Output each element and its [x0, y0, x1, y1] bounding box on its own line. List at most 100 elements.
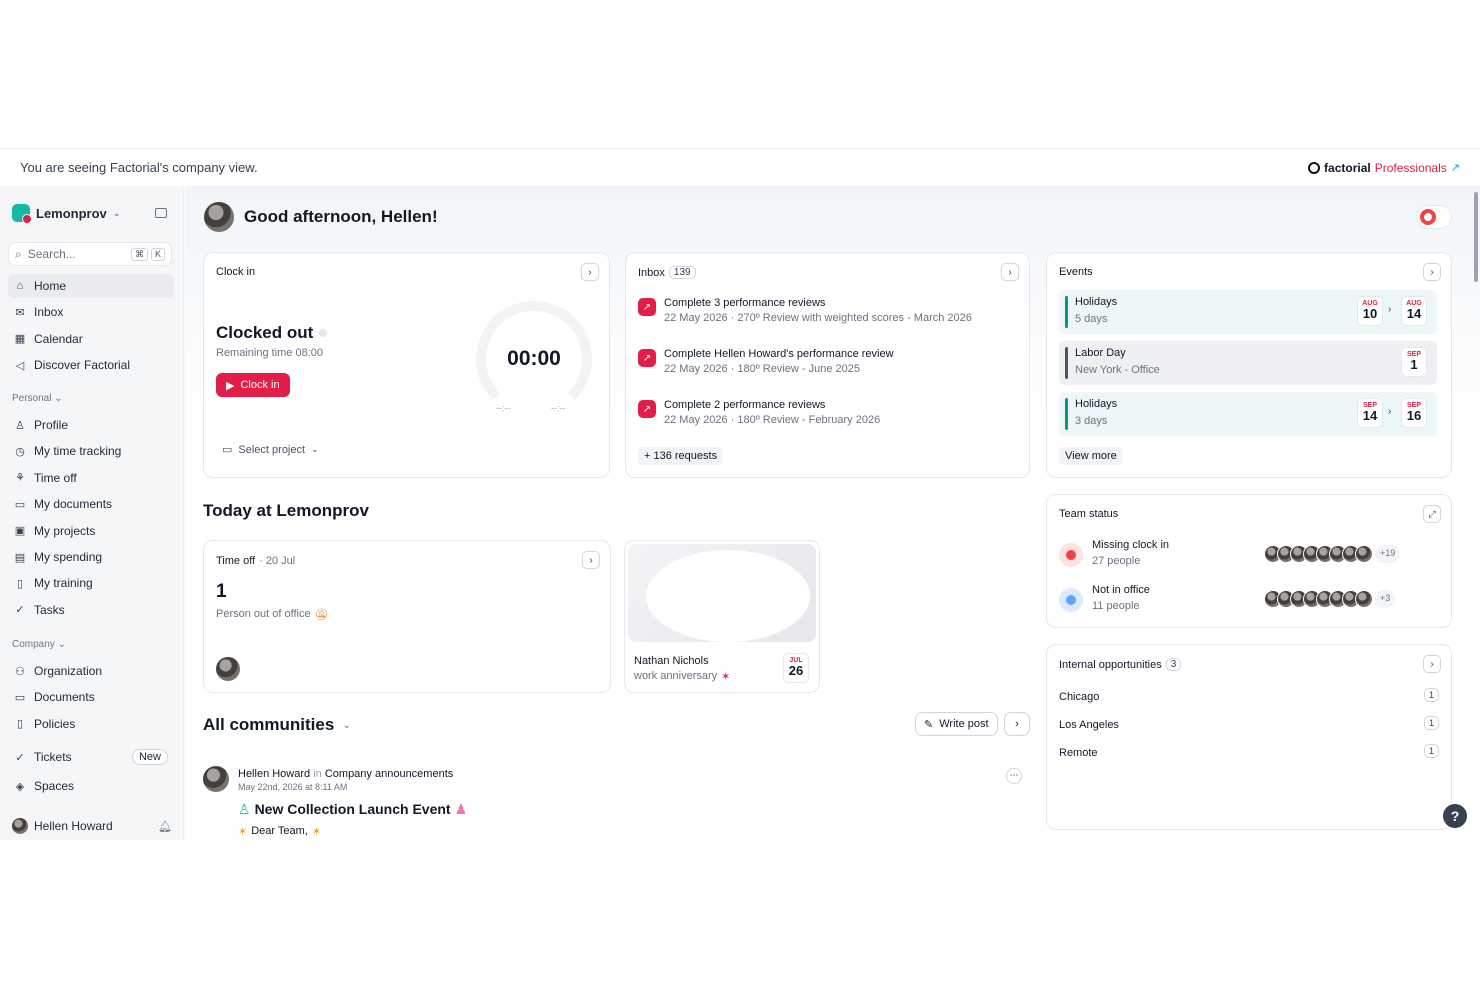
sidebar-item-my-projects[interactable]: ▣ My projects [8, 519, 174, 543]
sidebar-item-my-documents[interactable]: ▭ My documents [8, 492, 174, 516]
sparkle-icon: ✶ [311, 826, 322, 838]
team-status-row[interactable]: Not in office 11 people +3 [1059, 584, 1439, 618]
main-content: Good afternoon, Hellen! Clock in › Clock… [186, 186, 1480, 840]
sidebar-item-my-training[interactable]: ▯ My training [8, 571, 174, 595]
inbox-item[interactable]: ↗ Complete Hellen Howard's performance re… [638, 348, 1018, 375]
chevron-right-icon[interactable]: › [1423, 263, 1441, 281]
sidebar-collapse-icon[interactable] [155, 208, 167, 218]
sidebar-item-tickets[interactable]: ✓ Tickets New [8, 745, 174, 769]
write-post-button[interactable]: ✎ Write post [915, 712, 998, 736]
opportunity-item[interactable]: Chicago 1 [1059, 688, 1439, 703]
sidebar-item-calendar[interactable]: ▦ Calendar [8, 327, 174, 351]
personal-section-label[interactable]: Personal ⌄ [12, 393, 63, 404]
opportunity-name: Los Angeles [1059, 719, 1119, 731]
sidebar-item-time-off[interactable]: ⚘ Time off [8, 466, 174, 490]
sidebar-item-spaces[interactable]: ◈ Spaces [8, 774, 174, 798]
brand-name: factorial [1324, 160, 1371, 175]
avatar[interactable] [204, 202, 234, 232]
select-project-label: Select project [238, 443, 306, 456]
lifebuoy-toggle[interactable] [1416, 205, 1452, 229]
sidebar-item-tasks[interactable]: ✓ Tasks [8, 598, 174, 622]
workspace-switcher[interactable]: Lemonprov ⌄ [12, 204, 120, 224]
opportunity-item[interactable]: Los Angeles 1 [1059, 716, 1439, 731]
sidebar-item-label: My spending [34, 550, 103, 564]
chevron-right-icon[interactable]: › [1004, 712, 1030, 736]
clock-in-card: Clock in › Clocked out Remaining time 08… [203, 252, 610, 478]
sidebar-item-my-spending[interactable]: ▤ My spending [8, 545, 174, 569]
user-menu[interactable]: Hellen Howard 🔔︎ [12, 818, 172, 834]
search-input[interactable]: ⌕ Search... ⌘ K [8, 242, 172, 266]
expand-icon[interactable]: ⤢ [1423, 505, 1441, 523]
inbox-item[interactable]: ↗ Complete 2 performance reviews 22 May 20… [638, 399, 1018, 426]
chevron-right-icon[interactable]: › [1001, 263, 1019, 281]
event-item[interactable]: Holidays 3 days SEP 14 › SEP 16 [1059, 392, 1437, 436]
communities-header[interactable]: All communities ⌄ [203, 715, 351, 735]
avatar[interactable] [203, 766, 229, 792]
palm-icon: ⚘ [15, 472, 25, 485]
sidebar-item-label: Tickets [34, 750, 72, 765]
post-title-text: New Collection Launch Event [254, 801, 451, 817]
date-day: 26 [788, 663, 804, 678]
sidebar-item-label: My time tracking [34, 444, 122, 459]
sidebar-item-policies[interactable]: ▯ Policies [8, 712, 174, 736]
opportunity-count: 1 [1423, 744, 1439, 758]
anniversary-card[interactable]: Nathan Nichols work anniversary ✶ JUL 26 [624, 540, 820, 693]
more-requests-button[interactable]: + 136 requests [638, 447, 724, 465]
folder-icon: ▭ [14, 691, 26, 704]
post-channel[interactable]: Company announcements [325, 768, 453, 780]
sidebar-item-organization[interactable]: ⚇ Organization [8, 659, 174, 683]
event-item[interactable]: Holidays 5 days AUG 10 › AUG 14 [1059, 290, 1437, 334]
card-title: Clock in [216, 266, 255, 278]
scrollbar[interactable] [1474, 192, 1478, 282]
view-more-button[interactable]: View more [1059, 447, 1123, 465]
clock-status: Clocked out [216, 323, 328, 343]
company-section-label[interactable]: Company ⌄ [12, 639, 66, 650]
shortcut-key: ⌘ [130, 247, 148, 261]
chevron-right-icon[interactable]: › [582, 551, 600, 569]
clock-in-label: Clock in [240, 379, 280, 391]
file-icon: ▯ [16, 718, 24, 731]
post-title[interactable]: ♙ New Collection Launch Event ♟ [238, 801, 467, 818]
sidebar-item-home[interactable]: ⌂ Home [8, 274, 174, 298]
sidebar-item-inbox[interactable]: ✉ Inbox [8, 300, 174, 324]
user-name: Hellen Howard [34, 819, 113, 833]
card-title: Time off · 20 Jul [216, 555, 295, 567]
event-detail: New York - Office [1075, 364, 1160, 376]
event-item[interactable]: Labor Day New York - Office SEP 1 [1059, 341, 1437, 385]
post-author[interactable]: Hellen Howard [238, 768, 310, 780]
search-shortcut: ⌘ K [130, 247, 165, 261]
sidebar-item-documents[interactable]: ▭ Documents [8, 685, 174, 709]
sidebar-item-profile[interactable]: ♙ Profile [8, 413, 174, 437]
card-title: Events [1059, 266, 1093, 278]
calendar-icon: ▦ [14, 333, 26, 346]
team-status-people: 11 people [1092, 600, 1140, 612]
book-icon: ▯ [16, 577, 24, 590]
factorial-professionals-link[interactable]: factorial Professionals ↗ [1308, 161, 1460, 175]
opportunity-item[interactable]: Remote 1 [1059, 744, 1439, 759]
sidebar-item-discover-factorial[interactable]: ◁ Discover Factorial [8, 353, 174, 377]
check-circle-icon: ✓ [15, 604, 25, 617]
post-author-line: Hellen Howard in Company announcements [238, 768, 453, 780]
chevron-right-icon[interactable]: › [581, 263, 599, 281]
chevron-right-icon[interactable]: › [1423, 655, 1441, 673]
trend-up-icon: ↗ [638, 298, 656, 316]
more-count: +19 [1375, 545, 1401, 563]
sidebar-item-my-time-tracking[interactable]: ◷ My time tracking [8, 439, 174, 463]
avatar[interactable] [216, 657, 240, 681]
bell-icon[interactable]: 🔔︎ [158, 820, 172, 833]
clock-in-button[interactable]: ▶ Clock in [216, 373, 290, 397]
workspace-name: Lemonprov [36, 205, 107, 221]
sidebar-item-label: Discover Factorial [34, 358, 131, 373]
avatar [1355, 590, 1373, 608]
sidebar-item-label: Spaces [34, 779, 75, 793]
briefcase-icon: ▣ [14, 525, 26, 538]
card-title-text: Events [1059, 266, 1093, 278]
status-dot-icon [319, 329, 328, 337]
post-in: in [313, 768, 322, 780]
more-options-icon[interactable]: ⋯ [1006, 768, 1022, 784]
help-icon[interactable]: ? [1443, 804, 1467, 828]
inbox-item[interactable]: ↗ Complete 3 performance reviews 22 May 20… [638, 297, 1018, 324]
select-project-dropdown[interactable]: ▭ Select project ⌄ [222, 443, 319, 457]
team-status-row[interactable]: Missing clock in 27 people +19 [1059, 539, 1439, 573]
inbox-item-text: Complete Hellen Howard's performance rev… [664, 348, 894, 375]
